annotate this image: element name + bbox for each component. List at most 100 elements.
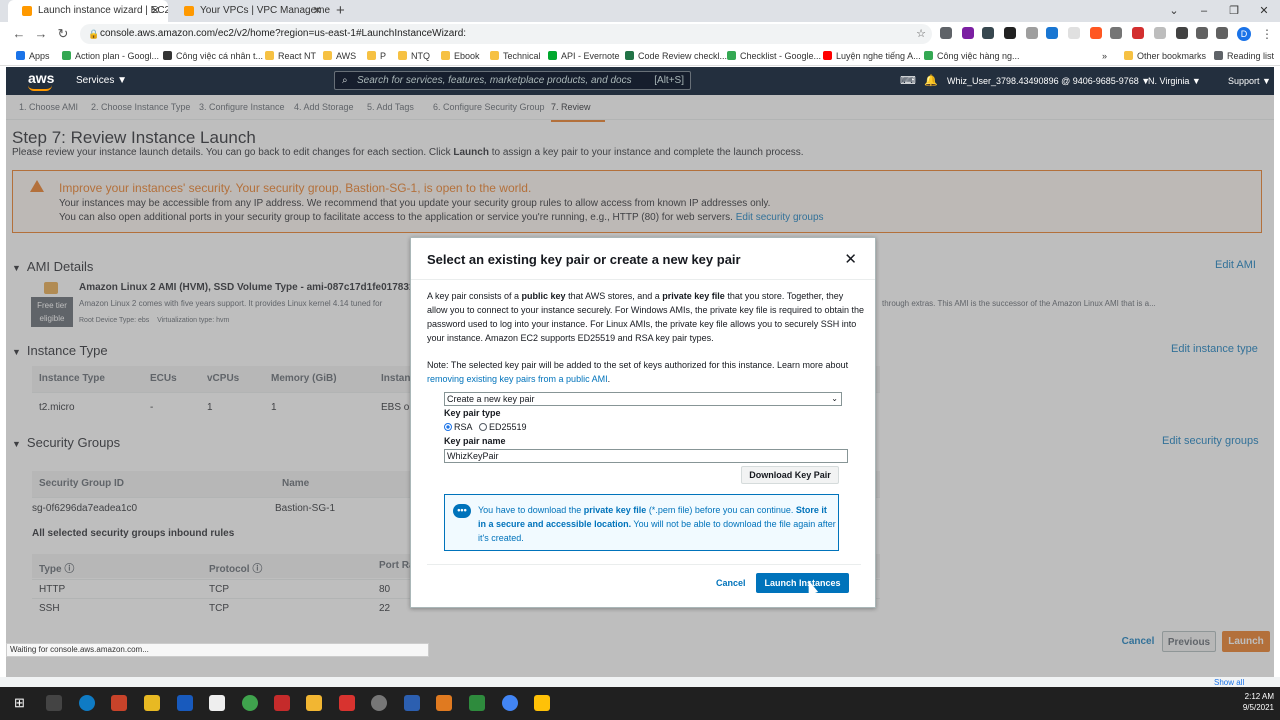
key-pair-option-select[interactable]: Create a new key pair ⌄ [444,392,842,406]
bookmark-item[interactable]: Công việc hàng ng... [924,46,1020,66]
bookmark-item[interactable]: P [367,46,386,66]
services-menu[interactable]: Services ▼ [76,67,127,95]
bookmark-item[interactable]: React NT [265,46,316,66]
back-icon[interactable]: ← [10,25,28,43]
task-view-icon[interactable] [46,695,62,711]
extension-icon[interactable] [1046,27,1058,39]
tab-search-icon[interactable]: ⌄ [1160,0,1188,22]
profile-avatar[interactable]: D [1237,27,1251,41]
chrome-icon[interactable] [502,695,518,711]
bookmark-item[interactable]: Ebook [441,46,480,66]
extension-icon[interactable] [1090,27,1102,39]
new-tab-icon[interactable]: + [336,0,345,22]
extension-icon[interactable] [1176,27,1188,39]
close-tab-icon[interactable]: ✕ [313,0,322,22]
extension-icon[interactable] [1110,27,1122,39]
app-icon[interactable] [209,695,225,711]
account-menu[interactable]: Whiz_User_3798.43490896 @ 9406-9685-9768… [947,67,1150,95]
bookmark-item[interactable]: API - Evernote [548,46,620,66]
browser-tab-ec2[interactable]: Launch instance wizard | EC2 Ma ✕ [8,0,168,22]
aws-favicon-icon [22,6,32,16]
browser-tab-strip: Launch instance wizard | EC2 Ma ✕ Your V… [0,0,1280,22]
app-icon[interactable] [436,695,452,711]
media-control-icon[interactable] [1216,27,1228,39]
excel-icon [625,51,634,60]
reading-list[interactable]: Reading list [1214,46,1274,66]
cloudshell-icon[interactable]: ⌨ [900,67,916,95]
removing-key-pairs-link[interactable]: removing existing key pairs from a publi… [427,374,608,384]
notifications-bell-icon[interactable]: 🔔 [924,67,938,95]
key-pair-modal: Select an existing key pair or create a … [410,237,876,608]
app-icon[interactable] [242,695,258,711]
sheets-icon [924,51,933,60]
browser-tab-vpc[interactable]: Your VPCs | VPC Management C ✕ [170,0,330,22]
download-key-pair-button[interactable]: Download Key Pair [741,466,839,484]
show-all-downloads-link[interactable]: Show all [1214,678,1244,687]
bookmark-item[interactable]: Technical [490,46,541,66]
settings-gear-icon[interactable] [371,695,387,711]
system-clock[interactable]: 2:12 AM 9/5/2021 [1232,691,1274,713]
file-explorer-icon[interactable] [144,695,160,711]
address-bar[interactable]: 🔒 console.aws.amazon.com/ec2/v2/home?reg… [80,24,932,44]
reload-icon[interactable]: ↻ [54,25,72,43]
app-icon[interactable] [404,695,420,711]
key-type-ed25519-radio[interactable]: ED25519 [479,422,527,432]
more-bookmarks-icon[interactable]: » [1102,46,1107,66]
extensions-puzzle-icon[interactable] [1196,27,1208,39]
bookmark-star-icon[interactable]: ☆ [912,25,930,43]
windows-start-icon[interactable]: ⊞ [14,695,30,711]
maximize-icon[interactable]: ❐ [1220,0,1248,22]
minimize-icon[interactable]: – [1190,0,1218,22]
key-pair-name-input[interactable]: WhizKeyPair [444,449,848,463]
key-pair-type-label: Key pair type [444,408,501,418]
bookmark-item[interactable]: NTQ [398,46,430,66]
app-icon[interactable] [306,695,322,711]
modal-cancel-button[interactable]: Cancel [716,578,746,588]
folder-icon [398,51,407,60]
extension-icon[interactable] [940,27,952,39]
menu-kebab-icon[interactable]: ⋮ [1258,25,1276,43]
extension-icon[interactable] [962,27,974,39]
app-icon[interactable] [339,695,355,711]
acrobat-icon[interactable] [274,695,290,711]
bookmark-item[interactable]: AWS [323,46,356,66]
launch-instances-button[interactable]: Launch Instances [756,573,849,593]
extension-icon[interactable] [1154,27,1166,39]
browser-status-bar: Waiting for console.aws.amazon.com... [6,643,429,657]
extension-icon[interactable] [1004,27,1016,39]
edge-icon[interactable] [79,695,95,711]
bookmark-apps[interactable]: Apps [16,46,50,66]
folder-icon [367,51,376,60]
sheets-icon [62,51,71,60]
bookmark-item[interactable]: Code Review checkl... [625,46,727,66]
extension-icon[interactable] [1068,27,1080,39]
app-icon[interactable] [469,695,485,711]
forward-icon[interactable]: → [32,25,50,43]
close-tab-icon[interactable]: ✕ [151,0,160,22]
extension-icon[interactable] [1132,27,1144,39]
app-icon[interactable] [111,695,127,711]
bookmark-item[interactable]: Checklist - Google... [727,46,821,66]
caret-down-icon: ▼ [117,75,128,86]
support-menu[interactable]: Support ▼ [1228,67,1271,95]
modal-title: Select an existing key pair or create a … [427,252,741,267]
aws-search-input[interactable]: ⌕ Search for services, features, marketp… [334,71,691,90]
key-type-rsa-radio[interactable]: RSA [444,422,473,432]
app-icon[interactable] [534,695,550,711]
extension-icon[interactable] [1026,27,1038,39]
browser-toolbar: ← → ↻ 🔒 console.aws.amazon.com/ec2/v2/ho… [0,22,1280,46]
bookmark-other[interactable]: Other bookmarks [1124,46,1206,66]
word-icon[interactable] [177,695,193,711]
extension-icon[interactable] [982,27,994,39]
bookmark-item[interactable]: Công việc cá nhân t... [163,46,263,66]
bookmarks-bar: Apps Action plan - Googl... Công việc cá… [0,46,1280,66]
key-pair-note: Note: The selected key pair will be adde… [427,360,849,384]
close-window-icon[interactable]: ✕ [1250,0,1278,22]
aws-logo[interactable]: aws [28,70,54,91]
bookmark-item[interactable]: Action plan - Googl... [62,46,159,66]
youtube-icon [823,51,832,60]
close-icon[interactable]: ✕ [844,250,857,268]
folder-icon [1124,51,1133,60]
region-menu[interactable]: N. Virginia ▼ [1148,67,1201,95]
bookmark-item[interactable]: Luyện nghe tiếng A... [823,46,921,66]
